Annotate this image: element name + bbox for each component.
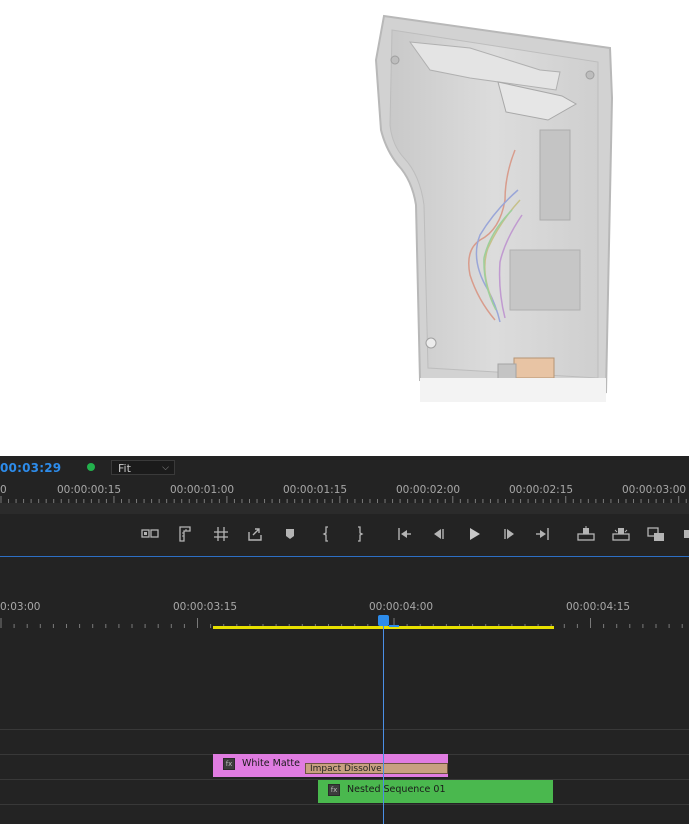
timeline-ruler-label: 0:03:00	[0, 601, 41, 613]
lift-icon	[577, 526, 595, 541]
grid-icon	[214, 527, 228, 541]
impact-dissolve-transition[interactable]: Impact Dissolve	[305, 763, 448, 774]
monitor-ruler-label: 00:00:02:00	[396, 484, 461, 496]
track-divider	[0, 804, 689, 805]
mark-in-icon	[322, 526, 328, 542]
nested-sequence-clip[interactable]: fx Nested Sequence 01	[318, 780, 553, 803]
playhead-handle[interactable]	[378, 615, 389, 626]
play-icon	[470, 528, 480, 540]
safe-margins-icon	[141, 529, 159, 538]
go-to-out-button[interactable]	[534, 525, 552, 543]
monitor-ruler-ticks	[0, 496, 687, 503]
extract-button[interactable]	[612, 525, 630, 543]
monitor-ruler-label: 00:00:01:15	[283, 484, 348, 496]
program-monitor-preview	[0, 0, 689, 456]
playhead-line[interactable]	[383, 619, 384, 824]
tail-light-image	[374, 14, 614, 402]
step-forward-button[interactable]	[500, 525, 518, 543]
monitor-controls-bar: 00:03:29 Fit ⌵	[0, 456, 689, 481]
timeline-ruler-label: 00:00:03:15	[173, 601, 238, 613]
ruler-toggle-button[interactable]	[176, 525, 194, 543]
clip-label: Nested Sequence 01	[347, 784, 446, 795]
export-button[interactable]	[246, 525, 264, 543]
go-to-out-icon	[536, 528, 549, 540]
fx-badge-icon: fx	[223, 758, 235, 770]
go-to-in-icon	[398, 528, 411, 540]
track-divider	[0, 729, 689, 730]
ruler-icon	[179, 526, 191, 542]
monitor-ruler-label: 00:00:02:15	[509, 484, 574, 496]
clip-label: White Matte	[242, 758, 300, 769]
mark-out-button[interactable]	[350, 525, 368, 543]
step-back-icon	[434, 529, 444, 539]
more-icon	[684, 530, 689, 538]
overflow-button[interactable]	[682, 525, 689, 543]
zoom-level-select[interactable]: Fit ⌵	[111, 460, 175, 475]
transport-controls	[0, 514, 689, 554]
step-forward-icon	[504, 529, 514, 539]
add-marker-button[interactable]	[281, 525, 299, 543]
monitor-scrub-bar[interactable]	[0, 503, 689, 514]
playhead-marker	[389, 625, 399, 627]
go-to-in-button[interactable]	[395, 525, 413, 543]
playhead-timecode[interactable]: 00:03:29	[0, 461, 61, 475]
monitor-time-ruler[interactable]: 0 00:00:00:15 00:00:01:00 00:00:01:15 00…	[0, 481, 689, 503]
monitor-ruler-label: 00:00:01:00	[170, 484, 235, 496]
extract-icon	[612, 528, 630, 541]
lift-button[interactable]	[577, 525, 595, 543]
zoom-level-value: Fit	[118, 462, 131, 475]
export-icon	[248, 528, 262, 541]
safe-margins-button[interactable]	[141, 525, 159, 543]
monitor-ruler-label: 00:00:00:15	[57, 484, 122, 496]
timeline-ruler-label: 00:00:04:00	[369, 601, 434, 613]
export-frame-button[interactable]	[647, 525, 665, 543]
chevron-down-icon: ⌵	[162, 463, 169, 473]
step-back-button[interactable]	[430, 525, 448, 543]
monitor-ruler-label: 0	[0, 484, 7, 496]
mark-in-button[interactable]	[318, 525, 336, 543]
marker-icon	[286, 529, 294, 539]
camera-icon	[647, 527, 664, 541]
timeline-ruler-label: 00:00:04:15	[566, 601, 631, 613]
mark-out-icon	[358, 526, 364, 542]
play-button[interactable]	[465, 525, 483, 543]
guides-toggle-button[interactable]	[212, 525, 230, 543]
fx-badge-icon: fx	[328, 784, 340, 796]
status-indicator-icon	[87, 463, 95, 471]
monitor-ruler-label: 00:00:03:00	[622, 484, 687, 496]
timeline-panel: 0:03:00 00:00:03:15 00:00:04:00 00:00:04…	[0, 557, 689, 824]
